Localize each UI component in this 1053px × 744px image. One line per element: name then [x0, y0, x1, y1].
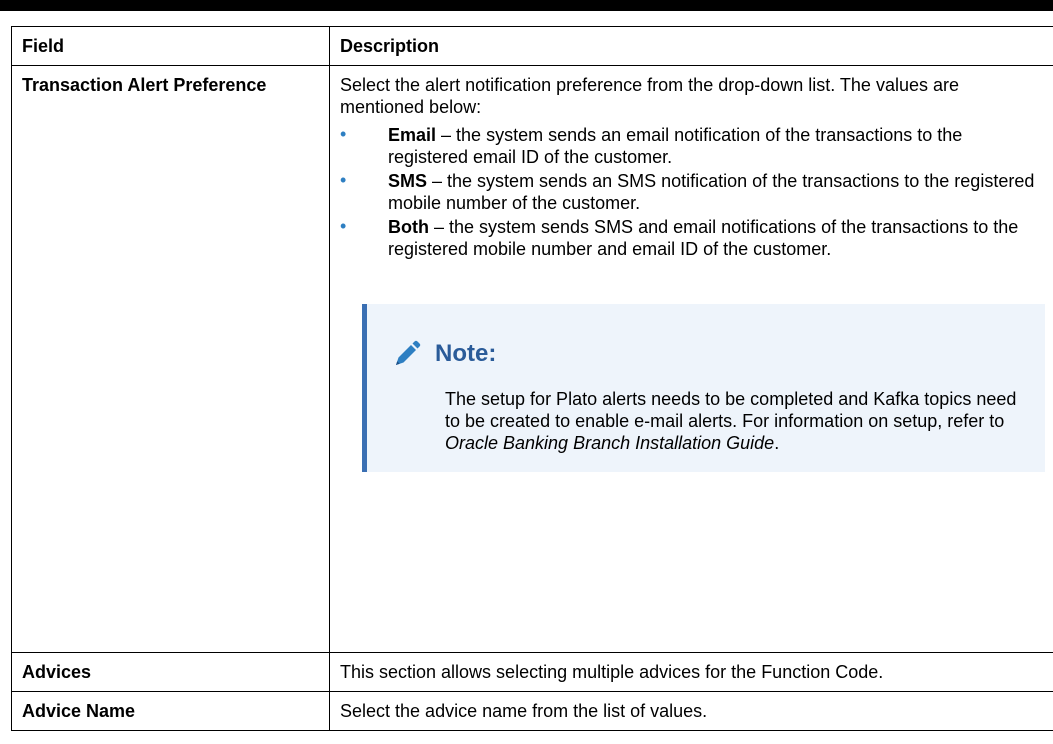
bullet-icon: • [340, 170, 347, 190]
field-name-cell: Transaction Alert Preference [11, 65, 330, 653]
note-header: Note: [391, 338, 1029, 370]
header-field: Field [11, 26, 330, 66]
guide-reference: Oracle Banking Branch Installation Guide [445, 433, 775, 453]
field-name-cell: Advices [11, 652, 330, 692]
note-text: The setup for Plato alerts needs to be c… [445, 389, 1017, 431]
description-cell: Select the alert notification preference… [329, 65, 1053, 653]
value-text: – the system sends an SMS notification o… [388, 171, 1035, 213]
header-description: Description [329, 26, 1053, 66]
top-rule [0, 0, 1053, 11]
value-term: SMS [388, 171, 428, 191]
value-term: Both [388, 217, 429, 237]
value-text: – the system sends SMS and email notific… [388, 217, 1019, 259]
list-item-email: • Email – the system sends an email noti… [340, 124, 1045, 168]
table-row-transaction-alert-preference: Transaction Alert Preference Select the … [11, 65, 1053, 653]
table-header-row: Field Description [11, 26, 1053, 66]
list-item-both: • Both – the system sends SMS and email … [340, 216, 1045, 260]
field-name-cell: Advice Name [11, 691, 330, 731]
field-description-table: Field Description Transaction Alert Pref… [11, 26, 1053, 731]
note-text-end: . [774, 433, 780, 453]
list-item-sms: • SMS – the system sends an SMS notifica… [340, 170, 1045, 214]
note-title: Note: [435, 340, 497, 367]
description-intro: Select the alert notification preference… [340, 75, 959, 117]
bullet-icon: • [340, 216, 347, 236]
document-page: Field Description Transaction Alert Pref… [0, 0, 1053, 744]
value-list: • Email – the system sends an email noti… [340, 124, 1045, 260]
table-row-advice-name: Advice Name Select the advice name from … [11, 691, 1053, 731]
value-text: – the system sends an email notification… [388, 125, 963, 167]
note-box: Note: The setup for Plato alerts needs t… [362, 304, 1045, 472]
bullet-icon: • [340, 124, 347, 144]
pencil-icon [391, 338, 423, 370]
note-body: The setup for Plato alerts needs to be c… [391, 388, 1029, 454]
description-cell: Select the advice name from the list of … [329, 691, 1053, 731]
description-cell: This section allows selecting multiple a… [329, 652, 1053, 692]
value-term: Email [388, 125, 437, 145]
table-row-advices: Advices This section allows selecting mu… [11, 652, 1053, 692]
